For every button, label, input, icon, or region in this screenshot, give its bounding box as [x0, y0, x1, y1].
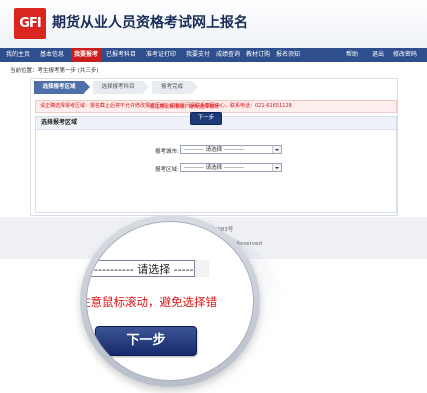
- area-selection-section: 选择报考区域 报考城市: ---------- 请选择 ---------- 报…: [35, 116, 397, 213]
- main-panel: 选择报考区域 选择报考科目 报考完成 请正确选择报考区域：报名截止后将不允许修改…: [30, 78, 398, 216]
- logo-text: GFI: [19, 16, 41, 31]
- city-select[interactable]: ---------- 请选择 ----------: [180, 145, 282, 154]
- section-title: 选择报考区域: [41, 119, 78, 126]
- page: GFI 期货从业人员资格考试网上报名 我的主页 基本信息 我要报考 已报考科目 …: [0, 0, 427, 393]
- nav-item-basic-info[interactable]: 基本信息: [40, 48, 64, 62]
- area-select-value: ---------- 请选择 ----------: [184, 165, 244, 171]
- chevron-down-icon: [272, 164, 281, 171]
- nav-logout-link[interactable]: 退出: [372, 48, 384, 62]
- nav-item-registration-notice[interactable]: 报名须知: [276, 48, 300, 62]
- nav-item-score-query[interactable]: 成绩查询: [216, 48, 240, 62]
- nav-item-home[interactable]: 我的主页: [6, 48, 30, 62]
- site-title: 期货从业人员资格考试网上报名: [52, 15, 248, 31]
- area-label: 报考区域:: [155, 167, 179, 173]
- magnified-warning: 注意鼠标滚动，避免选择错: [86, 295, 217, 309]
- magnified-select: ---------- 请选择 -----: [87, 260, 209, 277]
- header: GFI 期货从业人员资格考试网上报名: [0, 0, 427, 48]
- nav-item-registered-subjects[interactable]: 已报考科目: [106, 48, 136, 62]
- magnifier-lens: ---------- 请选择 ----- 注意鼠标滚动，避免选择错 下一步: [86, 221, 254, 381]
- step-select-area: 选择报考区域: [34, 81, 90, 94]
- breadcrumb: 当前位置：考生报考第一步 (共三步): [10, 68, 99, 74]
- logo: GFI: [14, 8, 46, 39]
- area-select[interactable]: ---------- 请选择 ----------: [180, 163, 282, 172]
- step-label: 报考完成: [160, 84, 183, 90]
- nav-item-payment[interactable]: 我要支付: [186, 48, 210, 62]
- step-label: 选择报考区域: [42, 84, 76, 90]
- nav-item-admission-ticket[interactable]: 准考证打印: [146, 48, 176, 62]
- step-complete: 报考完成: [152, 81, 198, 94]
- scroll-warning: 请注意鼠标滚动，避免选择错误: [149, 104, 220, 110]
- nav-item-apply[interactable]: 我要报考: [71, 48, 102, 62]
- next-step-button[interactable]: 下一步: [190, 112, 222, 125]
- city-label: 报考城市:: [155, 149, 179, 155]
- chevron-down-icon: [272, 146, 281, 153]
- step-label: 选择报考科目: [101, 84, 135, 90]
- chevron-down-icon: [194, 260, 209, 277]
- main-nav: 我的主页 基本信息 我要报考 已报考科目 准考证打印 我要支付 成绩查询 教材订…: [0, 48, 427, 62]
- nav-help-link[interactable]: 帮助: [346, 48, 358, 62]
- magnified-select-value: ---------- 请选择 -----: [94, 263, 194, 276]
- nav-change-password-link[interactable]: 修改密码: [393, 48, 417, 62]
- city-select-value: ---------- 请选择 ----------: [184, 147, 244, 153]
- magnified-next-button: 下一步: [95, 326, 197, 356]
- nav-item-textbook-order[interactable]: 教材订购: [246, 48, 270, 62]
- step-select-subject: 选择报考科目: [93, 81, 149, 94]
